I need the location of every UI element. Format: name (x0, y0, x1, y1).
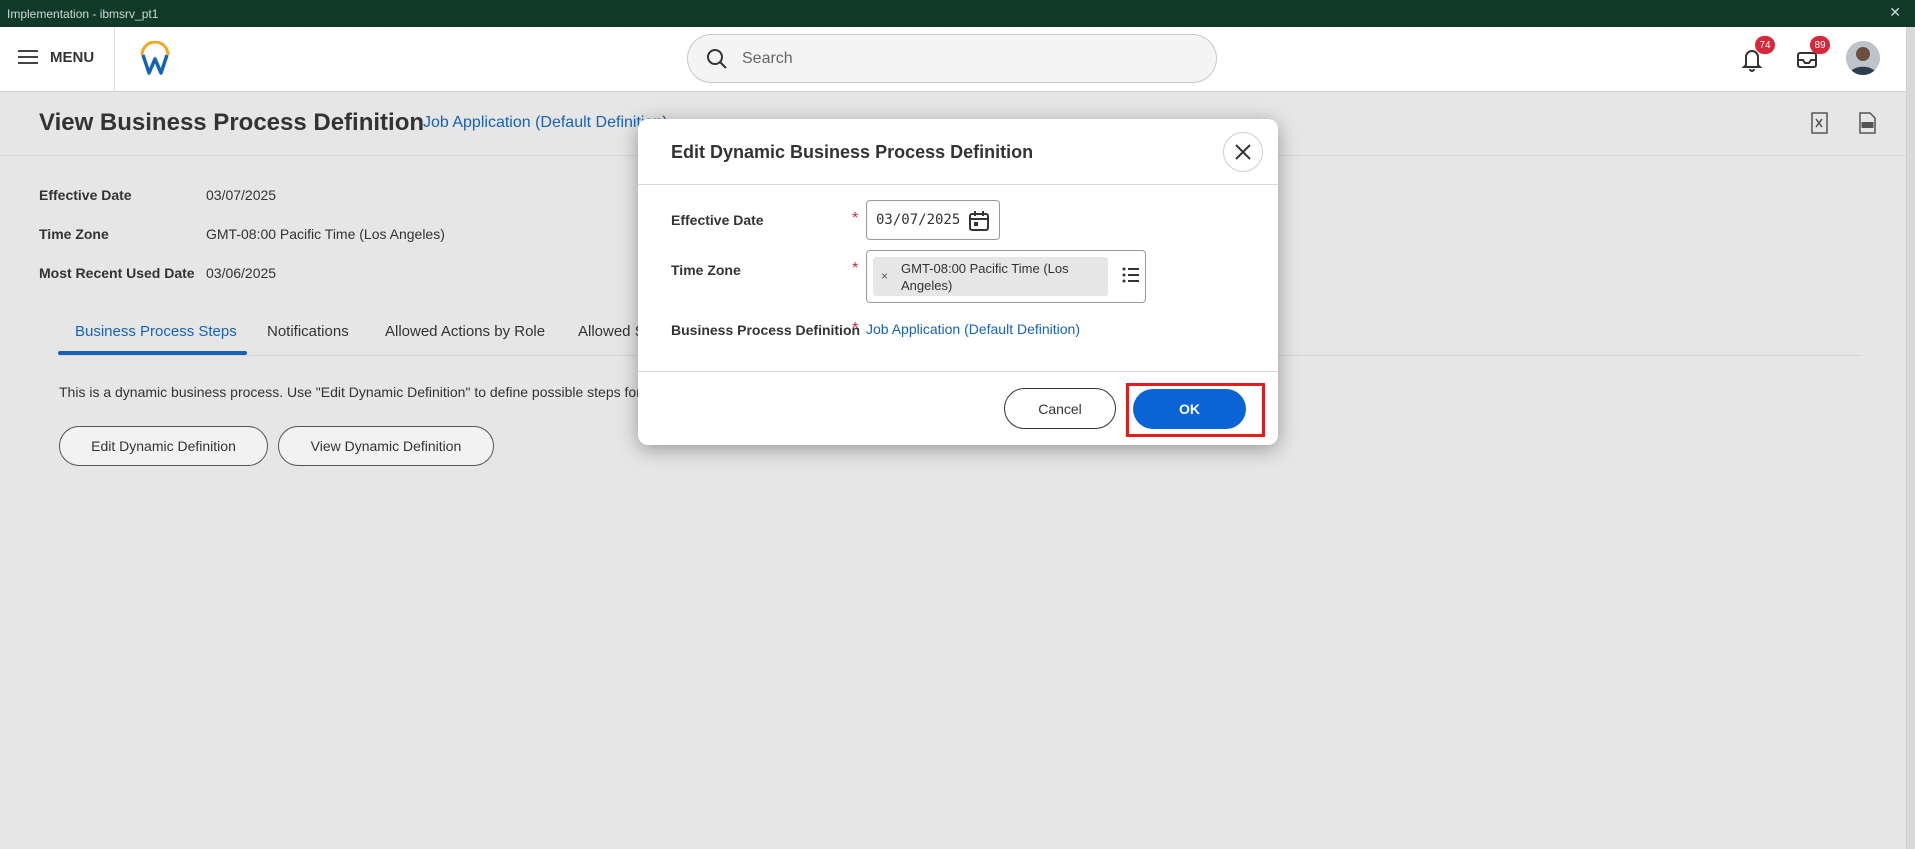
notifications-badge: 74 (1755, 36, 1775, 54)
cancel-button[interactable]: Cancel (1004, 388, 1116, 429)
window-title: Implementation - ibmsrv_pt1 (7, 6, 159, 21)
notifications-button[interactable]: 74 (1735, 36, 1775, 76)
menu-button[interactable]: MENU (18, 46, 94, 68)
close-icon (1235, 144, 1251, 160)
required-mark: * (852, 210, 859, 227)
dialog-divider-bottom (638, 371, 1278, 372)
tab-notifications[interactable]: Notifications (267, 323, 349, 340)
effective-date-value: 03/07/2025 (206, 187, 277, 203)
workday-logo-icon[interactable] (138, 41, 172, 77)
edit-dynamic-definition-button[interactable]: Edit Dynamic Definition (59, 426, 268, 466)
time-zone-field[interactable]: × GMT-08:00 Pacific Time (Los Angeles) (866, 250, 1146, 303)
window-close-icon[interactable]: ✕ (1889, 4, 1901, 21)
inbox-badge: 89 (1810, 36, 1830, 54)
time-zone-chip: × GMT-08:00 Pacific Time (Los Angeles) (873, 257, 1108, 296)
dialog-title: Edit Dynamic Business Process Definition (671, 142, 1034, 162)
bp-link[interactable]: Job Application (Default Definition) (423, 114, 668, 132)
inbox-button[interactable]: 89 (1790, 36, 1830, 76)
page-scrollbar[interactable] (1906, 27, 1915, 849)
menu-label: MENU (50, 48, 95, 66)
tab-allowed-s[interactable]: Allowed S (578, 323, 645, 340)
most-recent-date-label: Most Recent Used Date (39, 265, 195, 281)
active-tab-indicator (58, 351, 247, 355)
time-zone-value: GMT-08:00 Pacific Time (Los Angeles) (206, 226, 445, 242)
dialog-divider-top (638, 184, 1278, 185)
export-excel-icon[interactable] (1807, 111, 1831, 135)
user-avatar-icon (1846, 41, 1880, 75)
time-zone-chip-text: GMT-08:00 Pacific Time (Los Angeles) (901, 261, 1069, 293)
effective-date-label: Effective Date (39, 187, 132, 203)
dialog-close-button[interactable] (1223, 132, 1263, 172)
search-input[interactable]: Search (687, 34, 1217, 83)
hamburger-icon (18, 46, 38, 68)
dialog-bp-label: Business Process Definition (671, 322, 861, 338)
ok-button-highlight (1126, 383, 1265, 437)
export-pdf-icon[interactable] (1855, 111, 1879, 135)
time-zone-label: Time Zone (39, 226, 109, 242)
dialog-effective-date-label: Effective Date (671, 212, 764, 228)
prompt-list-icon[interactable] (1120, 264, 1142, 286)
tab-allowed-actions-by-role[interactable]: Allowed Actions by Role (385, 323, 545, 340)
description-text: This is a dynamic business process. Use … (59, 384, 641, 400)
nav-divider (114, 27, 115, 92)
calendar-icon[interactable] (968, 210, 990, 232)
dialog-bp-link[interactable]: Job Application (Default Definition) (866, 321, 1080, 337)
search-placeholder: Search (742, 49, 793, 67)
avatar[interactable] (1846, 41, 1880, 75)
effective-date-field-value: 03/07/2025 (876, 212, 961, 228)
tab-business-process-steps[interactable]: Business Process Steps (75, 323, 237, 340)
page-title: View Business Process Definition (39, 109, 425, 136)
most-recent-date-value: 03/06/2025 (206, 265, 277, 281)
remove-chip-icon[interactable]: × (881, 269, 888, 283)
search-icon (707, 48, 727, 69)
top-navigation: MENU Search 74 89 (0, 27, 1906, 92)
dialog-time-zone-label: Time Zone (671, 262, 741, 278)
effective-date-field[interactable]: 03/07/2025 (866, 200, 1000, 240)
view-dynamic-definition-button[interactable]: View Dynamic Definition (278, 426, 494, 466)
required-mark: * (852, 320, 859, 337)
window-title-bar: Implementation - ibmsrv_pt1 ✕ (0, 0, 1915, 27)
required-mark: * (852, 260, 859, 277)
